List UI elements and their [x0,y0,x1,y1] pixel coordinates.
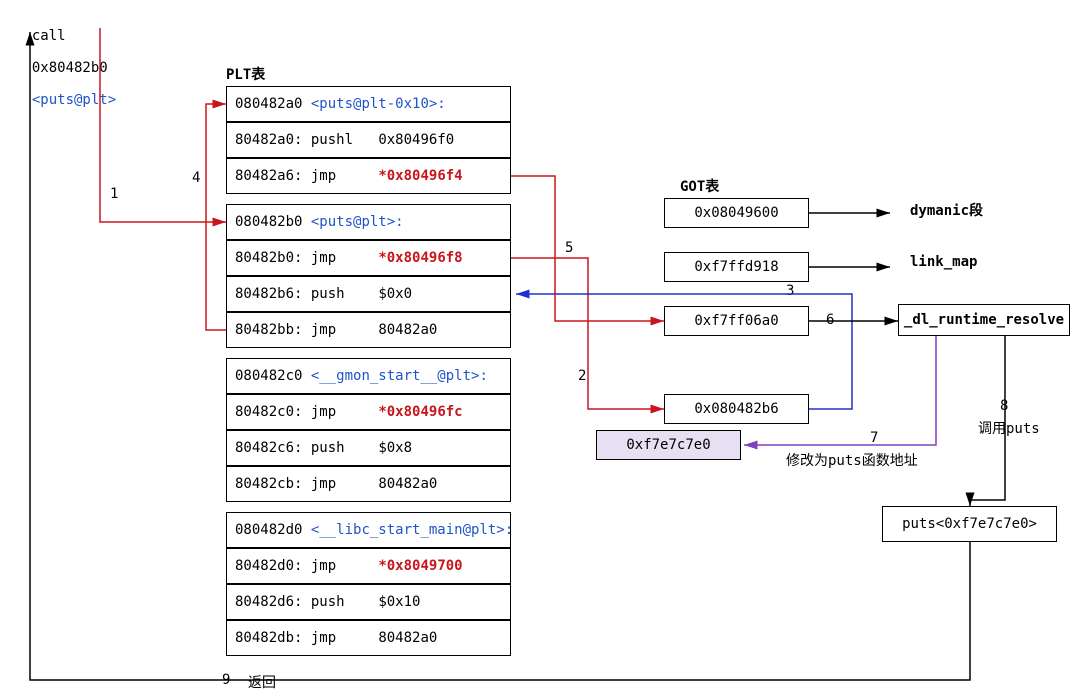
plt-row: 80482d6: push $0x10 [226,584,511,620]
plt-arg: $0x0 [378,286,412,302]
got-title: GOT表 [680,176,719,196]
plt-sym: <__libc_start_main@plt>: [311,522,513,538]
plt-addr: 80482cb: [235,476,302,492]
plt-row: 80482cb: jmp 80482a0 [226,466,511,502]
plt-arg: *0x80496f4 [378,168,462,184]
plt-addr: 080482b0 [235,214,302,230]
plt-title: PLT表 [226,64,265,84]
plt-addr: 80482c0: [235,404,302,420]
got-right: dymanic段 [910,200,983,220]
call-instruction: call 0x80482b0 <puts@plt> [15,12,116,108]
got-val: 0x080482b6 [694,401,778,417]
plt-addr: 80482d6: [235,594,302,610]
plt-arg: 80482a0 [378,630,437,646]
plt-row: 80482b6: push $0x0 [226,276,511,312]
got-val: 0xf7ff06a0 [694,313,778,329]
plt-op: jmp [311,250,336,266]
plt-addr: 080482a0 [235,96,302,112]
plt-addr: 80482b6: [235,286,302,302]
got-val: 0xf7ffd918 [694,259,778,275]
plt-row: 80482a6: jmp *0x80496f4 [226,158,511,194]
plt-row: 80482db: jmp 80482a0 [226,620,511,656]
plt-row: 80482c0: jmp *0x80496fc [226,394,511,430]
plt-op: jmp [311,558,336,574]
plt-op: jmp [311,168,336,184]
got-overwrite: 0xf7e7c7e0 [596,430,741,460]
plt-op: jmp [311,322,336,338]
plt-op: jmp [311,404,336,420]
edge-label: 2 [578,368,586,384]
plt-op: jmp [311,630,336,646]
plt-op: push [311,440,345,456]
plt-arg: *0x80496f8 [378,250,462,266]
edge-label: 8 [1000,398,1008,414]
plt-row: 80482a0: pushl 0x80496f0 [226,122,511,158]
got-right: link_map [910,254,977,270]
edge-text: 返回 [248,672,276,692]
edge-text: 修改为puts函数地址 [786,450,918,470]
plt-addr: 80482bb: [235,322,302,338]
plt-op: jmp [311,476,336,492]
plt-arg: 80482a0 [378,476,437,492]
got-entry: 0x080482b6 [664,394,809,424]
plt-arg: $0x10 [378,594,420,610]
got-entry: 0xf7ff06a0 [664,306,809,336]
plt-row: 080482b0 <puts@plt>: [226,204,511,240]
plt-row: 80482b0: jmp *0x80496f8 [226,240,511,276]
plt-row: 80482c6: push $0x8 [226,430,511,466]
got-entry: 0xf7ffd918 [664,252,809,282]
plt-row: 80482d0: jmp *0x8049700 [226,548,511,584]
edge-label: 1 [110,186,118,202]
edge-label: 7 [870,430,878,446]
edge-text: 调用puts [978,418,1040,438]
plt-addr: 080482d0 [235,522,302,538]
got-entry: 0x08049600 [664,198,809,228]
edge-label: 5 [565,240,573,256]
got-val: 0x08049600 [694,205,778,221]
plt-arg: 0x80496f0 [378,132,454,148]
connectors [0,0,1082,699]
edge-label: 6 [826,312,834,328]
plt-row: 080482c0 <__gmon_start__@plt>: [226,358,511,394]
plt-row: 080482a0 <puts@plt-0x10>: [226,86,511,122]
plt-op: push [311,286,345,302]
plt-row: 80482bb: jmp 80482a0 [226,312,511,348]
puts-box: puts<0xf7e7c7e0> [882,506,1057,542]
plt-addr: 80482db: [235,630,302,646]
plt-addr: 080482c0 [235,368,302,384]
edge-label: 9 [222,672,230,688]
plt-addr: 80482b0: [235,250,302,266]
plt-arg: *0x80496fc [378,404,462,420]
call-addr: 0x80482b0 [32,60,108,76]
plt-arg: 80482a0 [378,322,437,338]
plt-sym: <puts@plt-0x10>: [311,96,446,112]
resolve-box: _dl_runtime_resolve [898,304,1070,336]
call-kw: call [32,28,66,44]
plt-sym: <__gmon_start__@plt>: [311,368,488,384]
plt-addr: 80482d0: [235,558,302,574]
plt-addr: 80482a6: [235,168,302,184]
plt-op: push [311,594,345,610]
plt-row: 080482d0 <__libc_start_main@plt>: [226,512,511,548]
call-sym: <puts@plt> [32,92,116,108]
plt-arg: *0x8049700 [378,558,462,574]
edge-label: 4 [192,170,200,186]
plt-addr: 80482c6: [235,440,302,456]
plt-sym: <puts@plt>: [311,214,404,230]
edge-label: 3 [786,283,794,299]
plt-op: pushl [311,132,353,148]
plt-arg: $0x8 [378,440,412,456]
plt-addr: 80482a0: [235,132,302,148]
